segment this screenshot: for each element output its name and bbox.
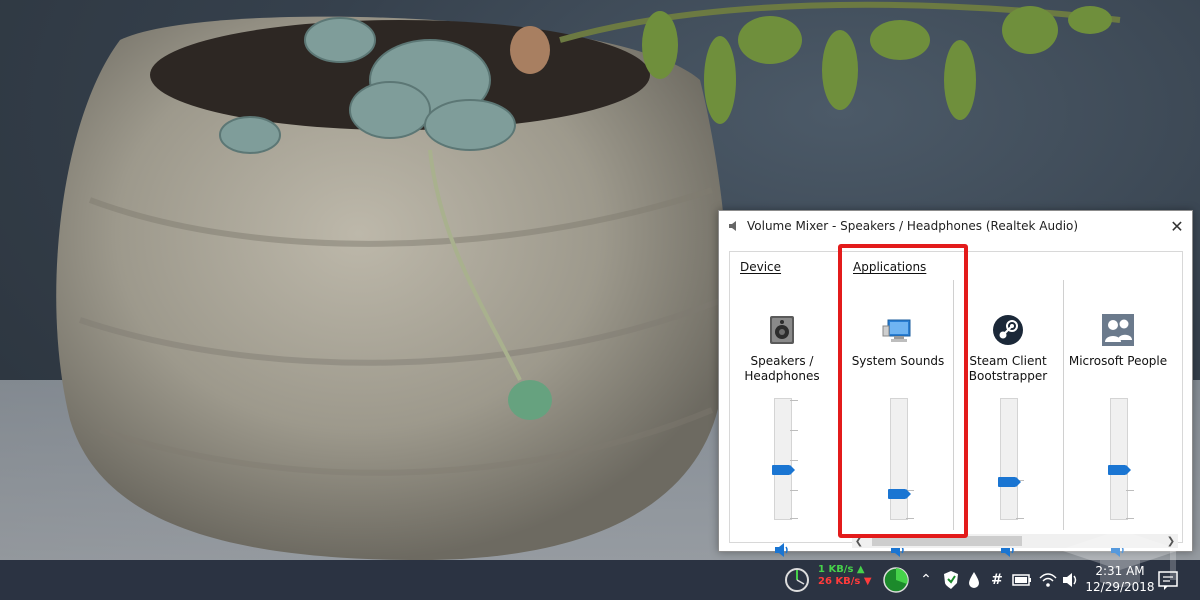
- upload-arrow-icon: ▲: [856, 564, 865, 575]
- title-bar[interactable]: Volume Mixer - Speakers / Headphones (Re…: [719, 211, 1192, 241]
- people-icon: [1102, 314, 1134, 346]
- volume-slider-track[interactable]: [774, 398, 792, 520]
- droplet-icon[interactable]: [964, 560, 984, 600]
- mixer-panel: Device Applications Speakers / Headphone…: [729, 251, 1183, 557]
- download-arrow-icon: ▼: [863, 576, 872, 587]
- channel-system-sounds: System Sounds: [848, 314, 948, 557]
- device-app-separator: [840, 262, 841, 530]
- channel-speakers-headphones: Speakers / Headphones: [732, 314, 832, 557]
- volume-slider-thumb[interactable]: [998, 477, 1021, 487]
- volume-mixer-window: Volume Mixer - Speakers / Headphones (Re…: [718, 210, 1193, 557]
- channel-label: System Sounds: [851, 354, 945, 368]
- cpu-meter-icon[interactable]: [782, 560, 812, 600]
- battery-icon[interactable]: [1010, 560, 1034, 600]
- taskbar: 1 KB/s ▲ 26 KB/s ▼ ⌃ # 2:31 AM 12/29/201…: [0, 560, 1200, 600]
- channel-label: Speakers / Headphones: [744, 354, 820, 383]
- scroll-left-arrow-icon[interactable]: ❮: [852, 534, 866, 548]
- chevron-up-icon[interactable]: ⌃: [916, 560, 936, 600]
- window-title: Volume Mixer - Speakers / Headphones (Re…: [747, 219, 1079, 233]
- network-speed-meter[interactable]: 1 KB/s ▲ 26 KB/s ▼: [818, 564, 880, 588]
- close-button[interactable]: ✕: [1164, 213, 1190, 239]
- volume-slider-thumb[interactable]: [888, 489, 911, 499]
- volume-slider-track[interactable]: [890, 398, 908, 520]
- close-icon: ✕: [1170, 216, 1184, 236]
- watermark-logo: [1060, 530, 1180, 587]
- speaker-device-icon: [770, 316, 794, 344]
- system-sounds-icon: [882, 319, 911, 342]
- speaker-icon: [729, 221, 736, 231]
- volume-slider-track[interactable]: [1000, 398, 1018, 520]
- channel-microsoft-people: Microsoft People: [1068, 314, 1168, 557]
- channel-separator: [953, 280, 954, 530]
- ram-meter-icon[interactable]: [880, 560, 912, 600]
- hashtag-icon[interactable]: #: [986, 560, 1008, 600]
- channel-label: Steam Client Bootstrapper: [968, 354, 1048, 383]
- shield-icon[interactable]: [940, 560, 962, 600]
- channel-label: Microsoft People: [1068, 354, 1168, 368]
- channel-steam-client-bootstrapper: Steam Client Bootstrapper: [958, 314, 1058, 557]
- volume-slider-thumb[interactable]: [772, 465, 795, 475]
- scrollbar-thumb[interactable]: [872, 536, 1022, 546]
- device-group-label: Device: [740, 260, 782, 274]
- volume-slider-thumb[interactable]: [1108, 465, 1131, 475]
- mute-toggle-icon[interactable]: [772, 540, 792, 560]
- applications-group-label: Applications: [853, 260, 927, 274]
- volume-slider-track[interactable]: [1110, 398, 1128, 520]
- steam-icon: [993, 315, 1023, 345]
- channel-separator: [1063, 280, 1064, 530]
